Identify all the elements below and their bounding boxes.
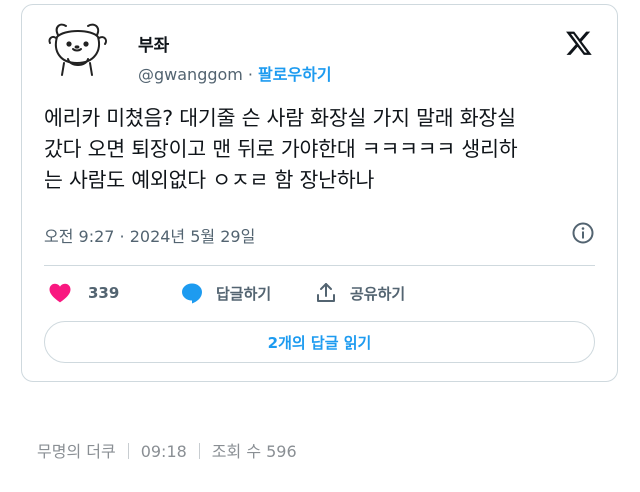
handle-row: @gwanggom · 팔로우하기 <box>138 61 332 85</box>
reply-button[interactable]: 답글하기 <box>180 281 271 305</box>
info-icon[interactable] <box>571 221 595 245</box>
like-button[interactable]: 339 <box>48 281 119 305</box>
tweet-meta: 오전 9:27 · 2024년 5월 29일 <box>44 221 595 247</box>
read-replies-button[interactable]: 2개의 답글 읽기 <box>44 321 595 363</box>
post-footer: 무명의 더쿠 09:18 조회 수 596 <box>37 438 297 462</box>
heart-icon <box>49 283 71 303</box>
tweet-timestamp[interactable]: 오전 9:27 · 2024년 5월 29일 <box>44 227 255 246</box>
tweet-text: 에리카 미쳤음? 대기줄 슨 사람 화장실 가지 말래 화장실 갔다 오면 퇴장… <box>44 106 518 192</box>
embedded-tweet-card[interactable]: 부좌 @gwanggom · 팔로우하기 에리카 미쳤음? 대기줄 슨 사람 화장실… <box>21 4 618 382</box>
handle-separator: · <box>247 65 253 84</box>
footer-divider <box>198 443 200 459</box>
post-time: 09:18 <box>140 442 187 461</box>
tweet-actions: 339 답글하기 공유하기 <box>44 281 595 309</box>
author-name[interactable]: 부좌 <box>138 31 169 56</box>
follow-button[interactable]: 팔로우하기 <box>258 65 332 84</box>
divider <box>44 265 595 266</box>
share-label: 공유하기 <box>350 284 406 303</box>
author-avatar[interactable] <box>44 17 112 81</box>
reply-bubble-icon <box>182 283 202 304</box>
reply-label: 답글하기 <box>216 284 272 303</box>
footer-divider <box>127 443 129 459</box>
share-icon <box>317 283 335 302</box>
post-views: 조회 수 596 <box>211 442 297 461</box>
post-author[interactable]: 무명의 더쿠 <box>37 442 116 461</box>
like-count: 339 <box>88 284 120 302</box>
share-button[interactable]: 공유하기 <box>314 281 405 305</box>
x-logo-icon[interactable] <box>565 29 593 57</box>
author-handle[interactable]: @gwanggom <box>138 65 243 84</box>
